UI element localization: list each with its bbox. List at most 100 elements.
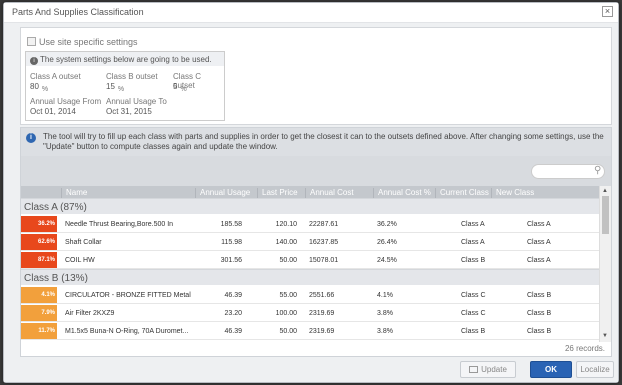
usage-to-label: Annual Usage To — [106, 97, 167, 106]
column-header[interactable]: Name — [61, 188, 87, 198]
last-price-cell: 100.00 — [275, 310, 297, 317]
ok-button[interactable]: OK — [530, 361, 572, 378]
new-class-cell: Class B — [527, 292, 552, 299]
checkbox-icon[interactable] — [27, 37, 36, 46]
annual-usage-cell: 185.58 — [220, 221, 242, 228]
search-toolbar: ⚲ — [21, 156, 611, 186]
dialog-footer: Update OK Localize — [4, 357, 618, 382]
dialog-title: Parts And Supplies Classification — [12, 7, 144, 17]
group-header-row[interactable]: Class B (13%) — [21, 269, 599, 285]
class-b-outset-label: Class B outset — [106, 72, 158, 81]
annual-cost-pct-cell: 4.1% — [377, 292, 393, 299]
grid-scrollbar[interactable]: ▲ ▼ — [599, 186, 611, 342]
grid-header: Name Annual Usage Last Price Annual Cost Ann… — [21, 186, 599, 198]
usage-from-label: Annual Usage From — [30, 97, 102, 106]
dialog-titlebar: Parts And Supplies Classification × — [4, 3, 618, 23]
current-class-cell: Class B — [461, 328, 486, 335]
system-note: i The system settings below are going to … — [26, 52, 224, 66]
system-settings-box: i The system settings below are going to … — [25, 51, 225, 121]
last-price-cell: 120.10 — [275, 221, 297, 228]
current-class-cell: Class C — [461, 292, 486, 299]
cumulative-pct-badge: 4.1% — [21, 287, 57, 303]
last-price-cell: 55.00 — [279, 292, 297, 299]
group-header-row[interactable]: Class A (87%) — [21, 198, 599, 214]
annual-usage-cell: 46.39 — [224, 292, 242, 299]
use-site-specific-checkbox[interactable]: Use site specific settings — [27, 37, 138, 47]
info-icon: i — [26, 133, 36, 143]
scroll-thumb[interactable] — [602, 196, 609, 234]
scroll-down-icon[interactable]: ▼ — [602, 333, 608, 339]
class-b-outset-value: 15% — [106, 82, 125, 93]
table-row[interactable]: 11.7% M1.5x5 Buna-N O-Ring, 70A Duromet..… — [21, 322, 599, 340]
scroll-up-icon[interactable]: ▲ — [602, 188, 608, 194]
new-class-cell: Class B — [527, 310, 552, 317]
annual-cost-cell: 15078.01 — [309, 257, 339, 264]
class-c-outset-value: 5% — [173, 82, 187, 93]
annual-cost-cell: 2319.69 — [309, 310, 335, 317]
annual-cost-pct-cell: 3.8% — [377, 310, 393, 317]
annual-cost-pct-cell: 36.2% — [377, 221, 397, 228]
column-header[interactable]: Annual Cost % — [373, 188, 431, 198]
column-header[interactable]: Annual Usage — [195, 188, 250, 198]
use-site-specific-label: Use site specific settings — [39, 37, 138, 47]
annual-cost-cell: 2319.69 — [309, 328, 335, 335]
info-bar: i The tool will try to fill up each clas… — [21, 128, 611, 156]
close-icon[interactable]: × — [602, 6, 613, 17]
last-price-cell: 50.00 — [279, 328, 297, 335]
name-cell: COIL HW — [65, 257, 95, 264]
new-class-cell: Class A — [527, 239, 551, 246]
annual-cost-cell: 2551.66 — [309, 292, 335, 299]
update-icon — [469, 366, 479, 373]
table-row[interactable]: 36.2% Needle Thrust Bearing,Bore.500 In 18… — [21, 215, 599, 233]
search-icon[interactable]: ⚲ — [594, 165, 601, 176]
grid-body: Class A (87%) 36.2% Needle Thrust Bearing,… — [21, 198, 599, 342]
table-row[interactable]: 4.1% CIRCULATOR - BRONZE FITTED Metal 46.3… — [21, 286, 599, 304]
classification-grid-panel: i The tool will try to fill up each clas… — [20, 127, 612, 357]
annual-cost-cell: 22287.61 — [309, 221, 339, 228]
annual-usage-cell: 115.98 — [221, 239, 242, 246]
current-class-cell: Class C — [461, 310, 486, 317]
cumulative-pct-badge: 87.1% — [21, 252, 57, 268]
settings-panel: Use site specific settings i The system s… — [20, 27, 612, 125]
system-note-text: The system settings below are going to b… — [40, 55, 212, 64]
current-class-cell: Class A — [461, 221, 485, 228]
table-row[interactable]: 62.6% Shaft Collar 115.98 140.00 16237.85 26.… — [21, 233, 599, 251]
name-cell: Air Filter 2KXZ9 — [65, 310, 115, 317]
records-count: 26 records. — [564, 344, 605, 353]
update-button[interactable]: Update — [460, 361, 516, 378]
column-header[interactable]: Current Class — [435, 188, 489, 198]
class-a-outset-label: Class A outset — [30, 72, 81, 81]
cumulative-pct-badge: 11.7% — [21, 323, 57, 339]
cumulative-pct-badge: 7.9% — [21, 305, 57, 321]
name-cell: Shaft Collar — [65, 239, 102, 246]
annual-cost-pct-cell: 26.4% — [377, 239, 397, 246]
info-text: The tool will try to fill up each class … — [43, 132, 604, 151]
last-price-cell: 50.00 — [279, 257, 297, 264]
update-label: Update — [481, 365, 507, 374]
name-cell: Needle Thrust Bearing,Bore.500 In — [65, 221, 174, 228]
class-a-outset-value: 80% — [30, 82, 49, 93]
annual-cost-cell: 16237.85 — [309, 239, 339, 246]
localize-button[interactable]: Localize — [576, 361, 614, 378]
column-header[interactable]: New Class — [491, 188, 534, 198]
classification-dialog: Parts And Supplies Classification × Use … — [3, 2, 619, 383]
cumulative-pct-badge: 62.6% — [21, 234, 57, 250]
name-cell: M1.5x5 Buna-N O-Ring, 70A Duromet... — [65, 328, 189, 335]
table-row[interactable]: 87.1% COIL HW 301.56 50.00 15078.01 24.5% Clas… — [21, 251, 599, 269]
column-header[interactable]: Annual Cost — [305, 188, 354, 198]
current-class-cell: Class A — [461, 239, 485, 246]
info-icon: i — [30, 57, 38, 65]
name-cell: CIRCULATOR - BRONZE FITTED Metal — [65, 292, 191, 299]
column-header[interactable]: Last Price — [257, 188, 298, 198]
annual-usage-cell: 46.39 — [224, 328, 242, 335]
cumulative-pct-badge: 36.2% — [21, 216, 57, 232]
last-price-cell: 140.00 — [275, 239, 297, 246]
new-class-cell: Class B — [527, 328, 552, 335]
new-class-cell: Class A — [527, 257, 551, 264]
table-row[interactable]: 7.9% Air Filter 2KXZ9 23.20 100.00 2319.69 3.… — [21, 304, 599, 322]
annual-usage-cell: 23.20 — [224, 310, 242, 317]
current-class-cell: Class B — [461, 257, 486, 264]
usage-to-value: Oct 31, 2015 — [106, 107, 152, 116]
annual-cost-pct-cell: 3.8% — [377, 328, 393, 335]
annual-cost-pct-cell: 24.5% — [377, 257, 397, 264]
